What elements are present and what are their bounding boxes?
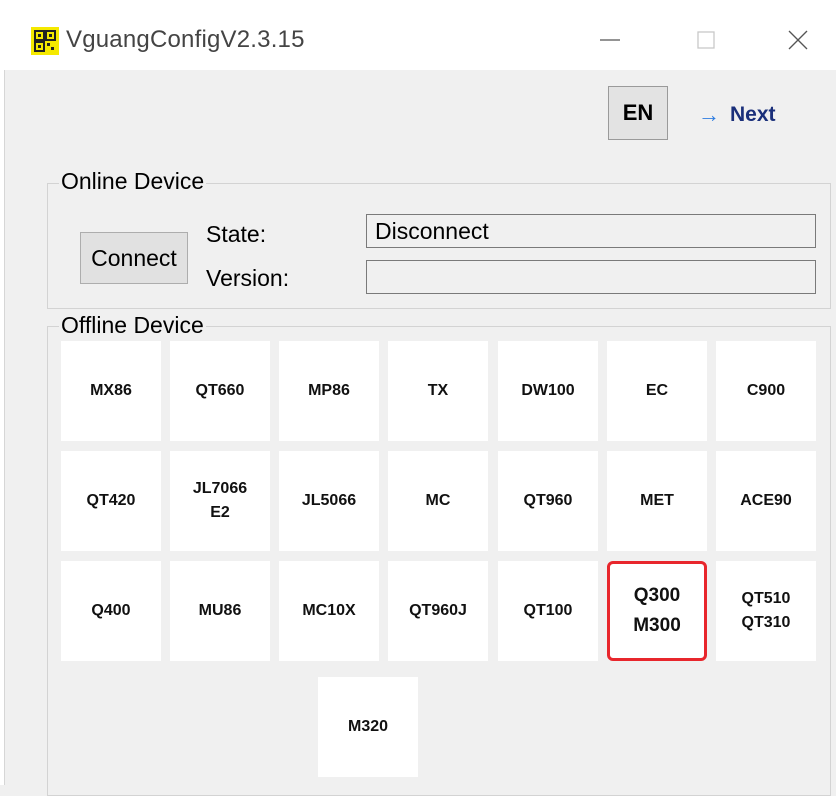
device-model-label: Q300: [633, 585, 681, 606]
device-model-label: MC10X: [302, 602, 356, 619]
device-model-label: MP86: [308, 382, 350, 399]
next-label: Next: [730, 103, 776, 126]
close-icon[interactable]: [768, 18, 828, 62]
device-button[interactable]: ACE90: [716, 451, 816, 551]
device-model-label: QT310: [741, 614, 791, 631]
device-model-label: DW100: [521, 382, 575, 399]
device-model-label: QT420: [86, 492, 136, 509]
version-field: [366, 260, 816, 294]
maximize-icon[interactable]: [676, 18, 736, 62]
device-model-label: MET: [640, 492, 674, 509]
device-model-label: MU86: [198, 602, 242, 619]
device-button[interactable]: EC: [607, 341, 707, 441]
state-label: State:: [206, 221, 267, 247]
minimize-icon[interactable]: [580, 18, 640, 62]
window-title: VguangConfigV2.3.15: [66, 26, 305, 53]
device-model-label: E2: [210, 504, 230, 521]
device-model-label: C900: [746, 382, 786, 399]
state-field: Disconnect: [366, 214, 816, 248]
device-model-label: QT510: [741, 590, 791, 607]
connect-button[interactable]: Connect: [80, 232, 188, 284]
next-button[interactable]: → Next: [698, 102, 776, 128]
device-button[interactable]: MC: [388, 451, 488, 551]
device-model-label: QT660: [195, 382, 245, 399]
device-button[interactable]: QT420: [61, 451, 161, 551]
qr-code-icon: [31, 27, 59, 55]
device-button[interactable]: QT660: [170, 341, 270, 441]
device-button[interactable]: Q400: [61, 561, 161, 661]
device-model-label: ACE90: [740, 492, 792, 509]
device-model-label: JL5066: [301, 492, 357, 509]
device-button[interactable]: QT960J: [388, 561, 488, 661]
online-device-label: Online Device: [59, 168, 207, 195]
device-button[interactable]: C900: [716, 341, 816, 441]
device-button[interactable]: MET: [607, 451, 707, 551]
device-button[interactable]: MU86: [170, 561, 270, 661]
offline-device-label: Offline Device: [59, 312, 206, 339]
device-button[interactable]: MC10X: [279, 561, 379, 661]
language-button[interactable]: EN: [608, 86, 668, 140]
device-model-label: M300: [633, 615, 681, 636]
device-button[interactable]: Q300 M300: [607, 561, 707, 661]
device-button[interactable]: MP86: [279, 341, 379, 441]
device-model-label: JL7066: [192, 480, 248, 497]
device-model-label: QT960J: [409, 602, 467, 619]
device-model-label: MC: [425, 492, 451, 509]
device-button[interactable]: QT960: [498, 451, 598, 551]
device-button[interactable]: TX: [388, 341, 488, 441]
device-button[interactable]: M320: [318, 677, 418, 777]
window-left-border: [0, 70, 5, 785]
device-button[interactable]: JL5066: [279, 451, 379, 551]
version-label: Version:: [206, 265, 290, 291]
device-button[interactable]: JL7066 E2: [170, 451, 270, 551]
device-model-label: MX86: [90, 382, 132, 399]
device-button[interactable]: MX86: [61, 341, 161, 441]
device-model-label: QT960: [523, 492, 573, 509]
device-button[interactable]: QT100: [498, 561, 598, 661]
title-bar: VguangConfigV2.3.15: [0, 0, 836, 70]
device-model-label: EC: [645, 382, 669, 399]
device-model-label: M320: [347, 718, 389, 735]
arrow-right-icon: →: [698, 102, 720, 127]
device-button[interactable]: QT510 QT310: [716, 561, 816, 661]
device-model-label: QT100: [523, 602, 573, 619]
device-button[interactable]: DW100: [498, 341, 598, 441]
device-model-label: TX: [427, 382, 449, 399]
device-model-label: Q400: [91, 602, 131, 619]
